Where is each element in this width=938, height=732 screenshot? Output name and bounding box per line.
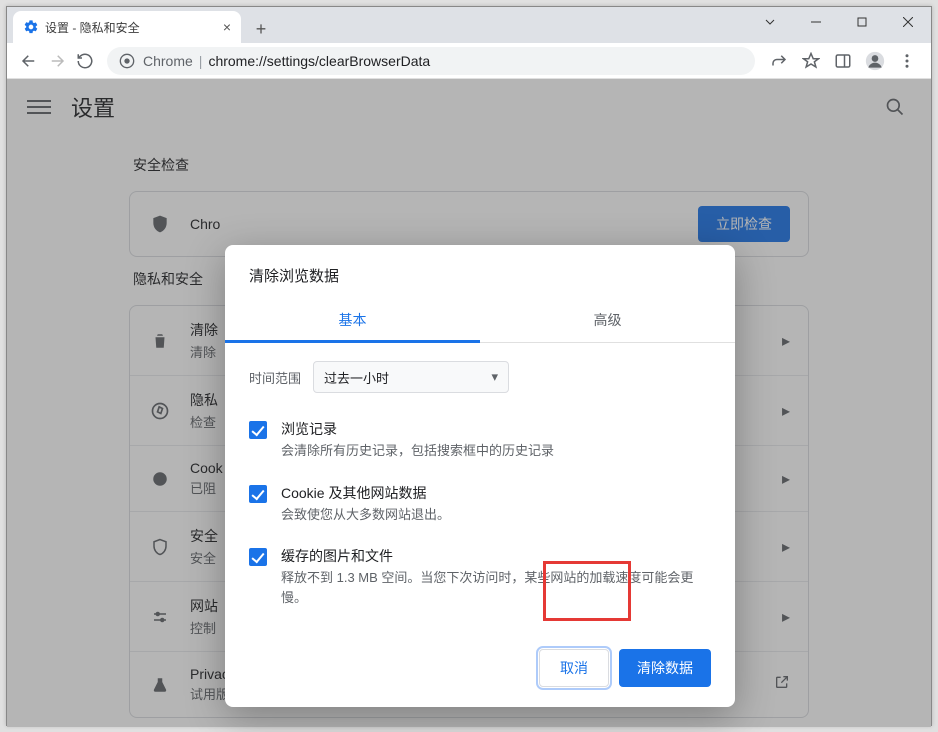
window-controls: [747, 7, 931, 37]
checkbox-browsing-history[interactable]: 浏览记录 会清除所有历史记录，包括搜索框中的历史记录: [249, 411, 711, 475]
browser-tab[interactable]: 设置 - 隐私和安全 ×: [13, 11, 241, 43]
settings-gear-icon: [23, 19, 39, 35]
settings-page: 设置 安全检查 Chro 立即检查 隐私和安全 清除清除 ▸: [7, 79, 931, 727]
new-tab-button[interactable]: +: [247, 15, 275, 43]
forward-button[interactable]: [43, 47, 71, 75]
omnibox-url: chrome://settings/clearBrowserData: [208, 53, 430, 69]
omnibox-chrome-label: Chrome: [143, 53, 193, 69]
minimize-icon[interactable]: [793, 7, 839, 37]
dialog-title: 清除浏览数据: [225, 245, 735, 300]
caret-down-icon: ▾: [491, 369, 498, 385]
side-panel-icon[interactable]: [827, 45, 859, 77]
close-window-icon[interactable]: [885, 7, 931, 37]
share-icon[interactable]: [763, 45, 795, 77]
checkbox-checked-icon[interactable]: [249, 485, 267, 503]
toolbar: Chrome | chrome://settings/clearBrowserD…: [7, 43, 931, 79]
checkbox-checked-icon[interactable]: [249, 548, 267, 566]
reload-button[interactable]: [71, 47, 99, 75]
checkbox-cookies[interactable]: Cookie 及其他网站数据 会致使您从大多数网站退出。: [249, 475, 711, 539]
back-button[interactable]: [15, 47, 43, 75]
cancel-button[interactable]: 取消: [539, 649, 609, 687]
maximize-icon[interactable]: [839, 7, 885, 37]
clear-data-button[interactable]: 清除数据: [619, 649, 711, 687]
checkbox-checked-icon[interactable]: [249, 421, 267, 439]
tab-strip: 设置 - 隐私和安全 × +: [7, 7, 931, 43]
chevron-down-icon[interactable]: [747, 7, 793, 37]
profile-avatar-icon[interactable]: [859, 45, 891, 77]
time-range-select[interactable]: 过去一小时 ▾: [313, 361, 509, 393]
clear-data-dialog: 清除浏览数据 基本 高级 时间范围 过去一小时 ▾ 浏览记录 会清除: [225, 245, 735, 707]
omnibox[interactable]: Chrome | chrome://settings/clearBrowserD…: [107, 47, 755, 75]
tab-title: 设置 - 隐私和安全: [45, 19, 219, 36]
time-range-row: 时间范围 过去一小时 ▾: [249, 361, 711, 393]
kebab-menu-icon[interactable]: [891, 45, 923, 77]
tab-basic[interactable]: 基本: [225, 300, 480, 343]
time-range-label: 时间范围: [249, 368, 313, 387]
checkbox-cached[interactable]: 缓存的图片和文件 释放不到 1.3 MB 空间。当您下次访问时，某些网站的加载速…: [249, 538, 711, 621]
browser-window: 设置 - 隐私和安全 × + Chrome | chrome://setting…: [6, 6, 932, 726]
close-tab-icon[interactable]: ×: [223, 19, 231, 35]
bookmark-star-icon[interactable]: [795, 45, 827, 77]
chrome-icon: [119, 53, 135, 69]
dialog-tabs: 基本 高级: [225, 300, 735, 343]
tab-advanced[interactable]: 高级: [480, 300, 735, 343]
